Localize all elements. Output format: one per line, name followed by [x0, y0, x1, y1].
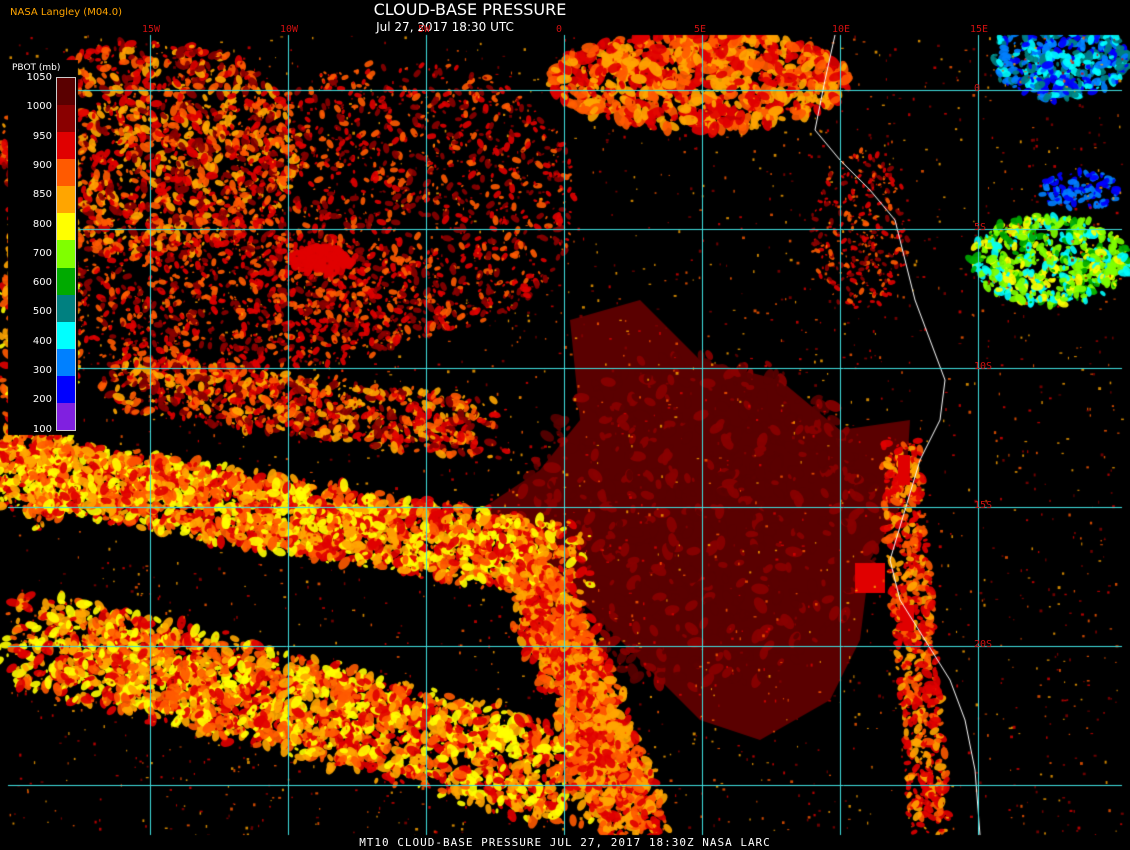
- legend-level-label: 800: [32, 218, 52, 230]
- footer-caption: MT10 CLOUD-BASE PRESSURE JUL 27, 2017 18…: [359, 836, 771, 849]
- latitude-label: 10S: [974, 361, 993, 372]
- legend-swatch: [57, 321, 75, 350]
- longitude-label: 10E: [832, 24, 851, 35]
- legend-level-label: 600: [32, 277, 52, 289]
- legend-swatch: [57, 267, 75, 296]
- legend-level-label: 200: [32, 394, 52, 406]
- latitude-label: 5S: [974, 222, 987, 233]
- legend-swatch: [57, 213, 75, 241]
- legend-level-label: 700: [32, 247, 52, 259]
- cloud-pressure-map: [0, 0, 1130, 850]
- legend-level-label: 400: [32, 335, 52, 347]
- legend-swatch: [57, 294, 75, 323]
- map-title: CLOUD-BASE PRESSURE: [373, 0, 567, 19]
- longitude-label: 5W: [418, 24, 431, 35]
- legend-level-label: 100: [32, 423, 52, 435]
- legend-swatch: [57, 132, 75, 160]
- legend-level-label: 500: [32, 306, 52, 318]
- legend-level-label: 300: [32, 365, 52, 376]
- legend-level-label: 900: [32, 159, 52, 171]
- legend-level-label: 950: [32, 130, 52, 142]
- latitude-label: 20S: [974, 639, 993, 650]
- legend-swatch: [57, 186, 75, 214]
- map-timestamp: Jul 27, 2017 18:30 UTC: [376, 20, 514, 34]
- longitude-label: 15E: [970, 24, 989, 35]
- longitude-label: 0: [556, 24, 563, 35]
- legend-level-label: 850: [32, 189, 52, 201]
- legend-swatch: [57, 159, 75, 187]
- latitude-label: 15S: [974, 500, 993, 511]
- producer-label: NASA Langley (M04.0): [10, 7, 122, 18]
- longitude-label: 5E: [694, 24, 707, 35]
- longitude-label: 15W: [142, 24, 161, 35]
- legend-swatch: [57, 78, 75, 106]
- latitude-label: 0: [974, 83, 981, 94]
- color-legend: [56, 77, 76, 431]
- longitude-label: 10W: [280, 24, 299, 35]
- legend-swatch: [57, 348, 75, 377]
- legend-swatch: [57, 375, 75, 404]
- legend-level-label: 1000: [26, 101, 52, 113]
- legend-swatch: [57, 402, 75, 431]
- legend-swatch: [57, 240, 75, 269]
- legend-level-label: 1050: [26, 72, 52, 83]
- legend-swatch: [57, 105, 75, 133]
